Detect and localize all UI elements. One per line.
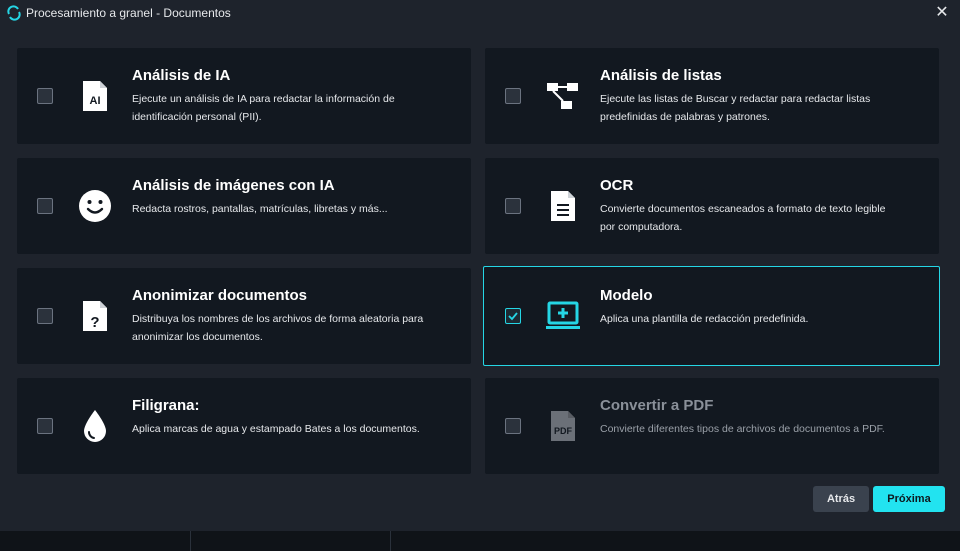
text-document-icon xyxy=(543,186,583,226)
card-ai-analysis[interactable]: AI Análisis de IA Ejecute un análisis de… xyxy=(17,48,471,144)
checkbox-ai-image-analysis[interactable] xyxy=(37,198,53,214)
next-button[interactable]: Próxima xyxy=(873,486,945,512)
footer-divider xyxy=(390,531,391,551)
checkbox-anonymize-documents[interactable] xyxy=(37,308,53,324)
card-ai-image-analysis[interactable]: Análisis de imágenes con IA Redacta rost… xyxy=(17,158,471,254)
card-title: Filigrana: xyxy=(132,397,200,414)
card-title: Análisis de listas xyxy=(600,67,722,84)
card-description: Ejecute las listas de Buscar y redactar … xyxy=(600,93,871,123)
window-title: Procesamiento a granel - Documentos xyxy=(26,6,231,20)
card-title: Análisis de IA xyxy=(132,67,231,84)
card-template[interactable]: Modelo Aplica una plantilla de redacción… xyxy=(483,266,940,366)
close-button[interactable]: ✕ xyxy=(932,3,952,23)
card-description: Redacta rostros, pantallas, matrículas, … xyxy=(132,203,388,215)
card-convert-pdf[interactable]: PDF Convertir a PDF Convierte diferentes… xyxy=(485,378,939,474)
card-description: Convierte diferentes tipos de archivos d… xyxy=(600,423,885,435)
app-logo-icon xyxy=(7,5,21,21)
svg-text:?: ? xyxy=(90,314,99,331)
card-title: Anonimizar documentos xyxy=(132,287,308,304)
flow-diagram-icon xyxy=(543,76,583,116)
checkbox-ai-analysis[interactable] xyxy=(37,88,53,104)
footer-divider xyxy=(190,531,191,551)
question-document-icon: ? xyxy=(75,296,115,336)
smiley-face-icon xyxy=(75,186,115,226)
checkmark-icon xyxy=(508,312,518,321)
footer-bar xyxy=(0,531,960,551)
card-description: Aplica una plantilla de redacción predef… xyxy=(600,313,809,325)
card-description: Ejecute un análisis de IA para redactar … xyxy=(132,93,395,123)
card-title: OCR xyxy=(600,177,634,194)
card-anonymize-documents[interactable]: ? Anonimizar documentos Distribuya los n… xyxy=(17,268,471,364)
svg-text:PDF: PDF xyxy=(554,426,573,436)
card-watermark[interactable]: Filigrana: Aplica marcas de agua y estam… xyxy=(17,378,471,474)
card-title: Modelo xyxy=(600,287,653,304)
pdf-document-icon: PDF xyxy=(543,406,583,446)
checkbox-list-analysis[interactable] xyxy=(505,88,521,104)
card-description: Convierte documentos escaneados a format… xyxy=(600,203,886,233)
back-button[interactable]: Atrás xyxy=(813,486,869,512)
card-title: Convertir a PDF xyxy=(600,397,714,414)
checkbox-watermark[interactable] xyxy=(37,418,53,434)
checkbox-template[interactable] xyxy=(505,308,521,324)
laptop-plus-icon xyxy=(543,296,583,336)
title-bar: Procesamiento a granel - Documentos ✕ xyxy=(0,0,960,26)
ai-document-icon: AI xyxy=(75,76,115,116)
card-description: Aplica marcas de agua y estampado Bates … xyxy=(132,423,420,435)
water-drop-icon xyxy=(75,406,115,446)
card-description: Distribuya los nombres de los archivos d… xyxy=(132,313,424,343)
card-title: Análisis de imágenes con IA xyxy=(132,177,335,194)
close-icon: ✕ xyxy=(935,4,949,21)
checkbox-convert-pdf[interactable] xyxy=(505,418,521,434)
card-ocr[interactable]: OCR Convierte documentos escaneados a fo… xyxy=(485,158,939,254)
card-list-analysis[interactable]: Análisis de listas Ejecute las listas de… xyxy=(485,48,939,144)
svg-text:AI: AI xyxy=(90,95,101,107)
checkbox-ocr[interactable] xyxy=(505,198,521,214)
